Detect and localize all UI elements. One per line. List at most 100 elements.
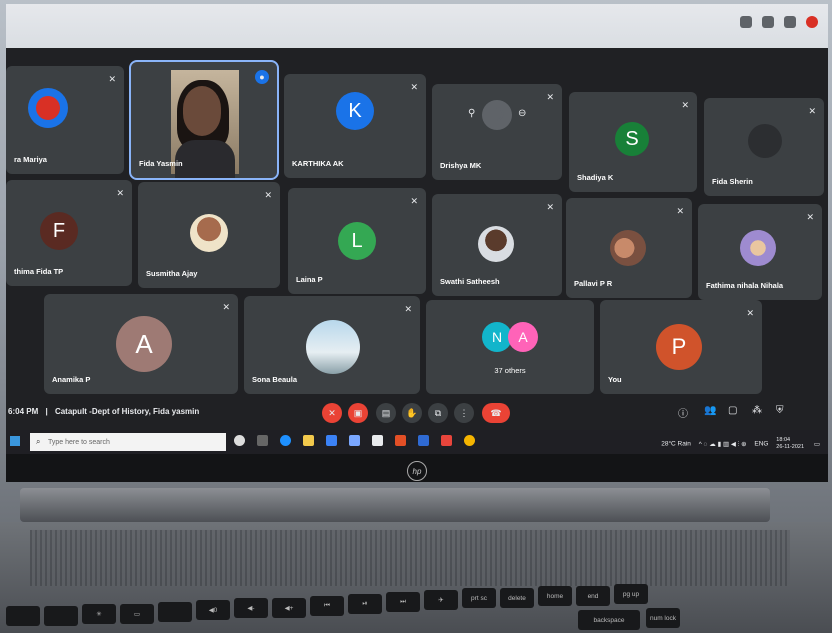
- bookmark-star-icon[interactable]: [762, 16, 774, 28]
- office-icon[interactable]: [395, 435, 406, 446]
- mic-off-icon: ✕: [116, 188, 124, 198]
- captions-button[interactable]: ▤: [376, 403, 396, 423]
- participant-name: Pallavi P R: [574, 279, 613, 288]
- avatar: K: [336, 92, 374, 130]
- chrome-icon[interactable]: [464, 435, 475, 446]
- task-view-icon[interactable]: [257, 435, 268, 446]
- language-indicator[interactable]: ENG: [754, 441, 768, 448]
- avatar-secondary: A: [508, 322, 538, 352]
- participant-tile[interactable]: F ✕ thima Fida TP: [6, 180, 132, 286]
- remove-icon[interactable]: ⊖: [518, 108, 526, 119]
- participant-tile-active[interactable]: ● Fida Yasmin: [129, 60, 279, 180]
- participant-name: Fida Sherin: [712, 177, 753, 186]
- key-backspace: backspace: [578, 610, 640, 630]
- participant-tile[interactable]: L ✕ Laina P: [288, 188, 426, 294]
- participant-tile[interactable]: ✕ Sona Beaula: [244, 296, 420, 394]
- powerpoint-icon[interactable]: [441, 435, 452, 446]
- participant-name: Laina P: [296, 275, 323, 284]
- present-button[interactable]: ⧉: [428, 403, 448, 423]
- mic-toggle-button[interactable]: ✕: [322, 403, 342, 423]
- key-f3: ▭: [120, 604, 154, 624]
- key-numlock: num lock: [646, 608, 680, 628]
- participant-name: Shadiya K: [577, 173, 614, 182]
- keyboard: ✳ ▭ ◀0 ◀- ◀+ ⏮ ⏯ ⏭ ✈ prt sc delete home …: [6, 584, 832, 633]
- mic-off-icon: ✕: [746, 308, 754, 318]
- info-icon[interactable]: ⓘ: [678, 405, 688, 420]
- avatar: S: [615, 122, 649, 156]
- participant-name: Fathima nihala Nihala: [706, 281, 784, 290]
- file-explorer-icon[interactable]: [303, 435, 314, 446]
- others-count: 37 others: [494, 366, 526, 375]
- cortana-icon[interactable]: [234, 435, 245, 446]
- end-call-icon: ☎: [490, 407, 502, 418]
- key-f4: [158, 602, 192, 622]
- cast-icon[interactable]: [740, 16, 752, 28]
- lock-icon[interactable]: ⛨: [776, 405, 784, 416]
- leave-call-button[interactable]: ☎: [482, 403, 510, 423]
- participant-tile[interactable]: ✕ Fathima nihala Nihala: [698, 204, 822, 300]
- search-icon: ⌕: [36, 437, 41, 446]
- mic-off-icon: ✕: [808, 106, 816, 116]
- mic-off-icon: ✕: [328, 407, 336, 418]
- participant-tile-self[interactable]: P ✕ You: [600, 300, 762, 394]
- mic-off-icon: ✕: [108, 74, 116, 84]
- avatar: A: [116, 316, 172, 372]
- participant-photo: [610, 230, 646, 266]
- store-icon[interactable]: [326, 435, 337, 446]
- participant-name: Susmitha Ajay: [146, 269, 198, 278]
- people-icon[interactable]: 👥: [704, 405, 716, 416]
- word-icon[interactable]: [418, 435, 429, 446]
- raise-hand-button[interactable]: ✋: [402, 403, 422, 423]
- participant-name: Sona Beaula: [252, 375, 298, 384]
- taskbar-search[interactable]: ⌕ Type here to search: [30, 433, 226, 451]
- camera-toggle-button[interactable]: ▣: [348, 403, 368, 423]
- windows-taskbar: ⌕ Type here to search 28°C Rain ^ ◌ ☁ ▮ …: [6, 430, 828, 454]
- speaker-grille: [30, 530, 790, 586]
- tray-icons[interactable]: ^ ◌ ☁ ▮ ▥ ◀ ⫶ ⊕: [699, 441, 747, 448]
- key-f10: ⏭: [386, 592, 420, 612]
- mic-off-icon: ✕: [222, 302, 230, 312]
- speaking-indicator-icon: ●: [255, 70, 269, 84]
- avatar: L: [338, 222, 376, 260]
- mic-off-icon: ✕: [546, 202, 554, 212]
- profile-icon[interactable]: [806, 16, 818, 28]
- participant-photo: [190, 214, 228, 252]
- dropbox-icon[interactable]: [349, 435, 360, 446]
- participant-name: thima Fida TP: [14, 267, 64, 276]
- participant-tile[interactable]: ✕ Susmitha Ajay: [138, 182, 280, 288]
- others-tile[interactable]: N A 37 others: [426, 300, 594, 394]
- key-prtsc: prt sc: [462, 588, 496, 608]
- clock-time: 18:04: [776, 437, 791, 443]
- taskbar-apps: [234, 435, 475, 446]
- participant-tile[interactable]: ✕ Swathi Satheesh: [432, 194, 562, 296]
- participant-name: Anamika P: [52, 375, 91, 384]
- key-f11: ✈: [424, 590, 458, 610]
- participant-tile[interactable]: K ✕ KARTHIKA AK: [284, 74, 426, 178]
- participant-tile[interactable]: S ✕ Shadiya K: [569, 92, 697, 192]
- edge-icon[interactable]: [280, 435, 291, 446]
- key-pgup: pg up: [614, 584, 648, 604]
- search-placeholder: Type here to search: [48, 438, 110, 446]
- windows-icon[interactable]: [10, 436, 20, 446]
- browser-extension-icons: [740, 16, 818, 28]
- participant-tile[interactable]: A ✕ Anamika P: [44, 294, 238, 394]
- lightning-icon[interactable]: [372, 435, 383, 446]
- activities-icon[interactable]: ⁂: [752, 405, 762, 416]
- chat-icon[interactable]: ▢: [728, 405, 737, 416]
- key-f8: ⏮: [310, 596, 344, 616]
- pin-icon[interactable]: ⚲: [468, 108, 475, 119]
- weather-text[interactable]: 28°C Rain: [661, 441, 691, 448]
- hp-logo: hp: [407, 461, 427, 481]
- participant-tile[interactable]: ✕ Pallavi P R: [566, 198, 692, 298]
- notification-icon[interactable]: ▭: [814, 441, 820, 448]
- extensions-icon[interactable]: [784, 16, 796, 28]
- key-f5: ◀0: [196, 600, 230, 620]
- avatar: D: [482, 100, 512, 130]
- participant-tile[interactable]: D ⚲ ⊖ ✕ Drishya MK: [432, 84, 562, 180]
- avatar: F: [40, 212, 78, 250]
- more-options-button[interactable]: ⋮: [454, 403, 474, 423]
- participant-tile[interactable]: ✕ Fida Sherin: [704, 98, 824, 196]
- participant-tile[interactable]: ✕ ra Mariya: [6, 66, 124, 174]
- key-delete: delete: [500, 588, 534, 608]
- key-end: end: [576, 586, 610, 606]
